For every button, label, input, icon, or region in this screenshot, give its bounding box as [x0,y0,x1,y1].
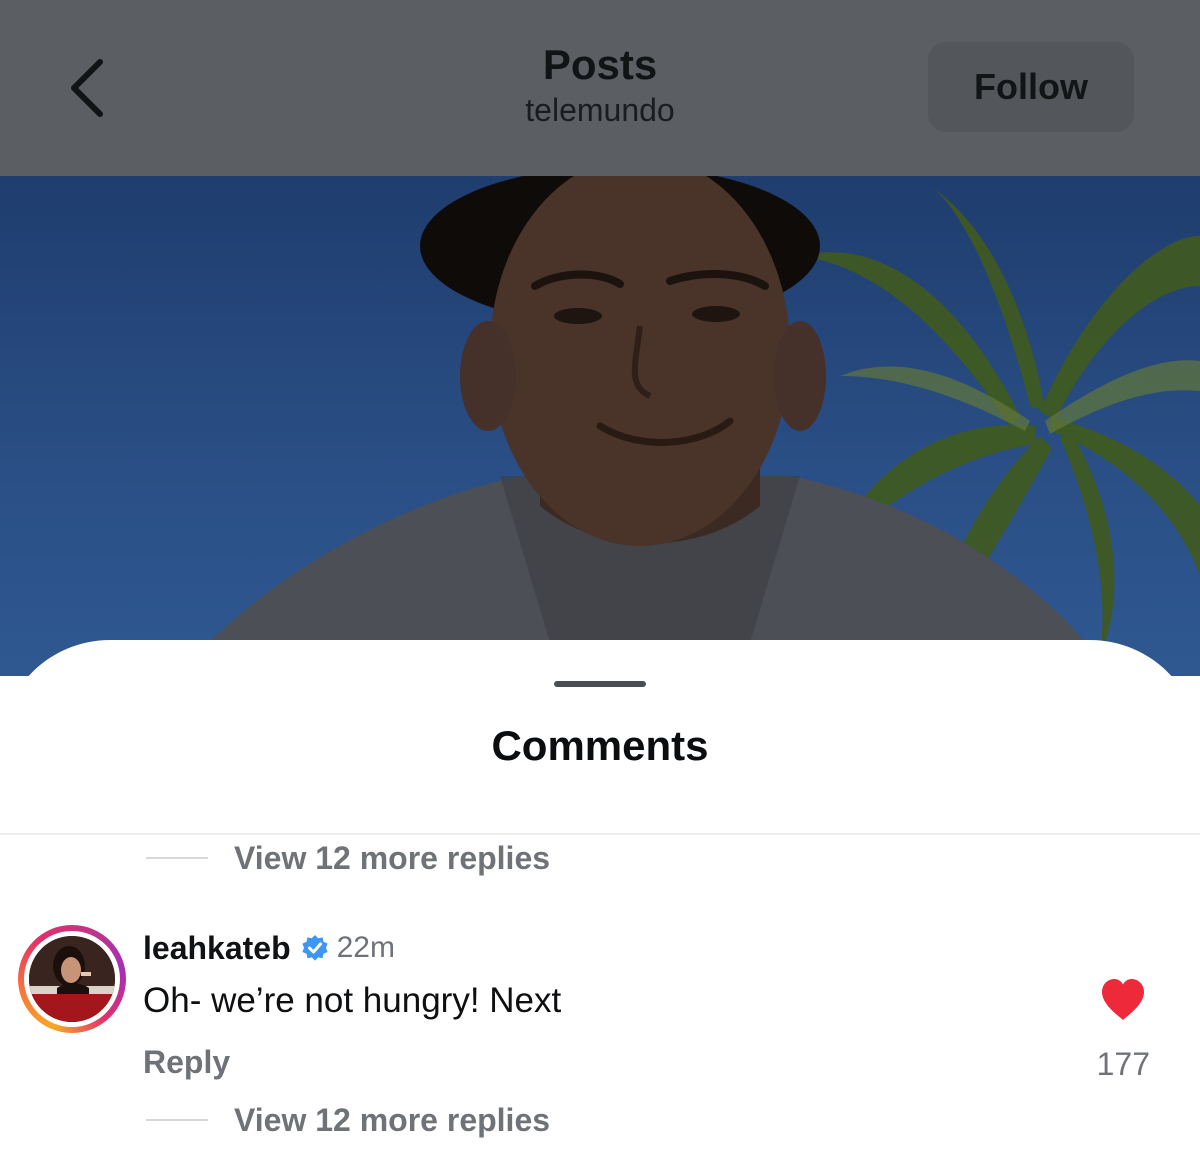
heart-icon [1102,979,1144,1020]
page-title: Posts [542,41,658,88]
verified-badge-icon [302,935,328,961]
back-button[interactable] [60,52,120,124]
like-count[interactable]: 177 [1060,1046,1150,1083]
avatar-photo [29,936,115,1022]
view-more-replies-top[interactable]: View 12 more replies [146,836,550,880]
reply-thread-line [146,857,208,859]
comment-header: leahkateb 22m [143,926,395,970]
sheet-drag-handle[interactable] [554,681,646,687]
post-image [0,176,1200,676]
follow-button[interactable]: Follow [928,42,1134,132]
reply-button[interactable]: Reply [143,1044,230,1081]
comment-username[interactable]: leahkateb [143,930,291,967]
chevron-left-icon [71,59,103,117]
comment-text: Oh- we’re not hungry! Next [143,981,562,1020]
comment-timestamp: 22m [336,931,395,964]
view-more-replies-bottom[interactable]: View 12 more replies [146,1098,550,1142]
reply-thread-line [146,1119,208,1121]
like-button[interactable] [1100,978,1146,1022]
view-replies-label: View 12 more replies [234,1101,551,1138]
avatar[interactable] [18,925,126,1033]
header-titles: Posts telemundo [350,40,850,130]
view-replies-label: View 12 more replies [234,839,551,876]
comments-sheet: Comments View 12 more replies leahkateb [0,640,1200,1171]
avatar-border [24,931,120,1027]
comments-title: Comments [491,722,709,769]
divider [0,833,1200,835]
top-bar: Posts telemundo Follow [0,0,1200,176]
account-name[interactable]: telemundo [350,90,850,130]
